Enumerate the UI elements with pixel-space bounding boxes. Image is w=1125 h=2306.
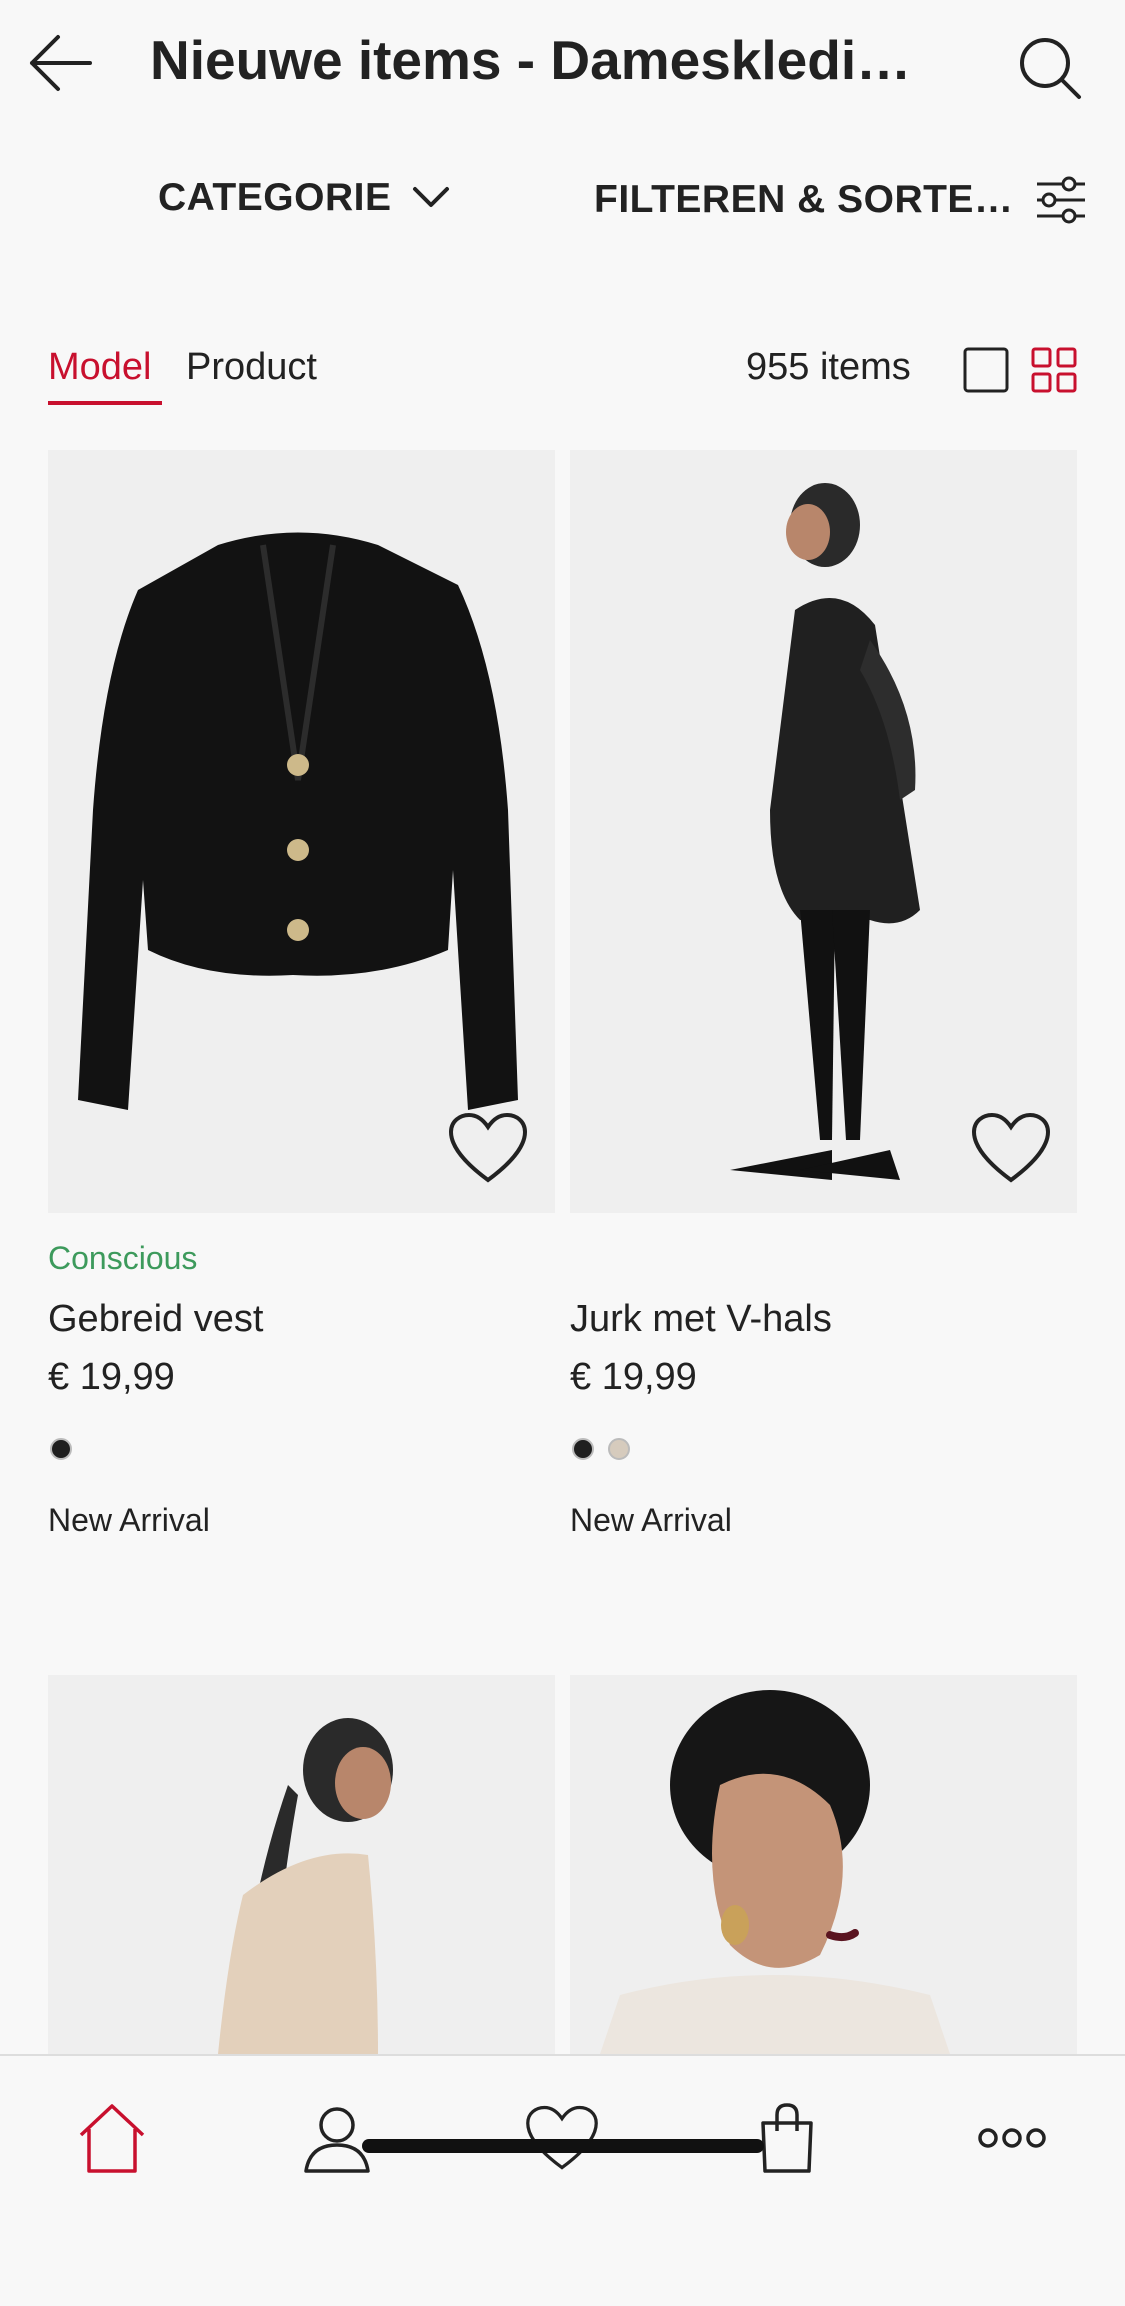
active-tab-indicator (48, 401, 162, 405)
search-button[interactable] (1010, 28, 1090, 108)
nav-home[interactable] (72, 2098, 152, 2178)
nav-profile[interactable] (297, 2098, 377, 2178)
sliders-icon (1037, 176, 1086, 224)
category-label: CATEGORIE (158, 176, 392, 219)
product-image-cardigan[interactable] (48, 450, 555, 1213)
model-blouse-image (218, 1718, 393, 2054)
color-swatch[interactable] (572, 1438, 594, 1460)
item-count: 955 items (746, 346, 911, 388)
category-dropdown[interactable]: CATEGORIE (158, 176, 451, 220)
page-title: Nieuwe items - Dameskledi… (150, 29, 912, 91)
color-swatch[interactable] (608, 1438, 630, 1460)
more-dots-icon (978, 2128, 1046, 2148)
tab-product[interactable]: Product (186, 346, 317, 389)
filter-sort-button[interactable]: FILTEREN & SORTE… (594, 176, 1087, 224)
product-image-dress[interactable] (570, 450, 1077, 1213)
grid-icon (1031, 347, 1077, 393)
new-arrival-tag: New Arrival (570, 1502, 732, 1538)
favorites-heart-icon (526, 2105, 598, 2170)
new-arrival-tag: New Arrival (48, 1502, 210, 1538)
profile-icon (304, 2107, 370, 2173)
arrow-left-icon (30, 35, 92, 91)
product-name[interactable]: Jurk met V-hals (570, 1298, 832, 1341)
heart-icon (971, 1112, 1051, 1183)
favorite-button[interactable] (448, 1108, 528, 1188)
single-view-toggle[interactable] (960, 344, 1012, 396)
color-swatch[interactable] (50, 1438, 72, 1460)
product-image-blouse[interactable] (48, 1675, 555, 2054)
nav-bag[interactable] (747, 2098, 827, 2178)
tab-model[interactable]: Model (48, 346, 152, 389)
nav-favorites[interactable] (522, 2098, 602, 2178)
conscious-badge: Conscious (48, 1240, 198, 1276)
model-dress-image (730, 483, 920, 1180)
home-icon (79, 2104, 145, 2173)
product-name[interactable]: Gebreid vest (48, 1298, 263, 1341)
back-button[interactable] (24, 26, 98, 100)
home-indicator (362, 2139, 764, 2153)
single-square-icon (963, 347, 1009, 393)
grid-view-toggle[interactable] (1028, 344, 1080, 396)
nav-more[interactable] (972, 2098, 1052, 2178)
product-image-lace-top[interactable] (570, 1675, 1077, 2054)
product-price: € 19,99 (48, 1356, 175, 1398)
search-icon (1020, 38, 1081, 99)
chevron-down-icon (413, 187, 450, 207)
filter-sort-label: FILTEREN & SORTE… (594, 178, 1014, 221)
cardigan-image (78, 532, 518, 1110)
favorite-button[interactable] (971, 1108, 1051, 1188)
heart-icon (448, 1112, 528, 1183)
bottom-navigation (0, 2054, 1125, 2306)
product-price: € 19,99 (570, 1356, 697, 1398)
shopping-bag-icon (761, 2103, 813, 2173)
model-portrait-image (600, 1690, 950, 2054)
